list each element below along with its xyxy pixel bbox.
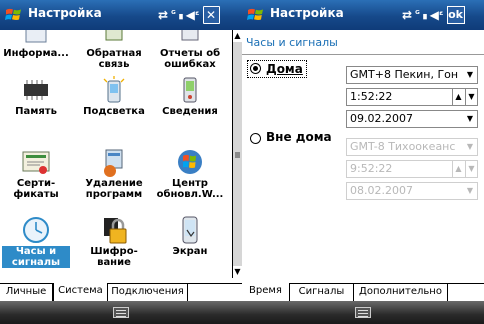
device-info-icon — [183, 77, 197, 103]
section-title: Часы и сигналы — [246, 36, 338, 49]
scroll-grip-icon — [235, 152, 240, 158]
home-timezone-value: GMT+8 Пекин, Гон — [350, 68, 459, 81]
spin-down-icon: ▼ — [465, 161, 477, 177]
signal-strength-icon[interactable]: ᴳ▗ — [415, 10, 427, 20]
settings-item-device-info[interactable]: Сведения — [156, 76, 224, 132]
clock-icon — [23, 217, 49, 243]
keyboard-icon[interactable] — [355, 307, 371, 318]
close-button[interactable]: ✕ — [202, 6, 220, 24]
clock-tabs: Время Сигналы Дополнительно — [242, 283, 484, 301]
scroll-up-arrow-icon[interactable]: ▲ — [233, 30, 242, 42]
vertical-scrollbar[interactable]: ▲ ▼ — [232, 30, 242, 278]
away-date-field: 08.02.2007 ▼ — [346, 182, 478, 200]
certificates-label-line1: Серти- — [16, 178, 56, 189]
ok-button[interactable]: ok — [446, 6, 465, 24]
softkey-bar — [242, 301, 484, 324]
home-timezone-select[interactable]: GMT+8 Пекин, Гон ▼ — [346, 66, 478, 84]
softkey-bar — [0, 301, 242, 324]
settings-tabs: Личные Система Подключения — [0, 283, 242, 301]
memory-chip-icon — [24, 80, 48, 100]
away-time-value: 9:52:22 — [350, 162, 393, 175]
encryption-label-line1: Шифро- — [90, 246, 138, 257]
windows-update-label-line1: Центр — [172, 178, 208, 189]
settings-item-remove-programs[interactable]: Удаление программ — [80, 148, 148, 204]
error-report-icon — [181, 30, 199, 41]
settings-item-clock-alarms[interactable]: Часы и сигналы — [2, 216, 70, 272]
settings-item-backlight[interactable]: Подсветка — [80, 76, 148, 132]
volume-icon[interactable]: ◀ᵋ — [186, 9, 200, 21]
screen-icon — [182, 216, 198, 244]
encryption-label-line2: вание — [97, 257, 131, 268]
tab-alarms[interactable]: Сигналы — [290, 284, 354, 301]
tab-connections[interactable]: Подключения — [108, 284, 188, 301]
chevron-down-icon: ▼ — [466, 142, 474, 151]
signal-strength-icon[interactable]: ᴳ▗ — [171, 10, 183, 20]
chevron-down-icon[interactable]: ▼ — [465, 111, 475, 127]
device-info-label: Сведения — [162, 106, 218, 117]
settings-item-encryption[interactable]: Шифро-вание — [80, 216, 148, 272]
spin-up-icon: ▲ — [452, 161, 464, 177]
tab-system[interactable]: Система — [53, 283, 108, 301]
settings-item-info[interactable]: Информа... — [2, 30, 70, 74]
memory-label: Память — [15, 106, 57, 117]
settings-item-screen[interactable]: Экран — [156, 216, 224, 272]
spin-up-icon[interactable]: ▲ — [452, 89, 464, 105]
chevron-down-icon[interactable]: ▼ — [465, 67, 475, 83]
spin-down-icon[interactable]: ▼ — [465, 89, 477, 105]
connectivity-icon[interactable]: ⇄ — [402, 9, 412, 21]
error-reports-label: Отчеты об ошибках — [159, 48, 221, 70]
settings-system-screen: Настройка ⇄ ᴳ▗ ◀ᵋ ✕ Информа... Обратная … — [0, 0, 242, 324]
scroll-down-arrow-icon[interactable]: ▼ — [233, 266, 242, 278]
windows-start-icon[interactable] — [246, 5, 266, 25]
home-time-value: 1:52:22 — [350, 90, 393, 103]
chevron-down-icon: ▼ — [466, 186, 474, 195]
settings-item-feedback[interactable]: Обратная связь — [80, 30, 148, 74]
away-timezone-select: GMT-8 Тихоокеанс ▼ — [346, 138, 478, 156]
windows-update-label-line2: обновл.W... — [156, 189, 224, 200]
remove-programs-icon — [104, 149, 123, 177]
connectivity-icon[interactable]: ⇄ — [158, 9, 168, 21]
settings-icon-grid: Информа... Обратная связь Отчеты об ошиб… — [0, 30, 232, 278]
keyboard-icon[interactable] — [113, 307, 129, 318]
clock-alarms-label-line2: сигналы — [11, 257, 61, 268]
away-date-value: 08.02.2007 — [350, 184, 413, 197]
app-title: Настройка — [270, 6, 344, 20]
settings-item-certificates[interactable]: Серти-фикаты — [2, 148, 70, 204]
backlight-icon — [103, 76, 125, 103]
title-bar: Настройка ⇄ ᴳ▗ ◀ᵋ ✕ — [0, 0, 242, 30]
divider — [242, 54, 484, 55]
volume-icon[interactable]: ◀ᵋ — [430, 9, 444, 21]
home-label[interactable]: Дома — [266, 62, 303, 76]
settings-item-error-reports[interactable]: Отчеты об ошибках — [156, 30, 224, 74]
settings-item-windows-update[interactable]: Центр обновл.W... — [156, 148, 224, 204]
tab-time[interactable]: Время — [242, 283, 290, 301]
info-icon — [25, 30, 47, 43]
tab-advanced[interactable]: Дополнительно — [354, 284, 448, 301]
clock-alarms-label-line1: Часы и — [15, 246, 57, 257]
away-time-field: 9:52:22 ▲ ▼ — [346, 160, 478, 178]
backlight-label: Подсветка — [83, 106, 145, 117]
encryption-lock-icon — [104, 218, 127, 244]
clock-alarms-screen: Настройка ⇄ ᴳ▗ ◀ᵋ ok Часы и сигналы Дома… — [242, 0, 484, 324]
title-bar: Настройка ⇄ ᴳ▗ ◀ᵋ ok — [242, 0, 484, 30]
away-label[interactable]: Вне дома — [266, 130, 332, 144]
home-date-field[interactable]: 09.02.2007 ▼ — [346, 110, 478, 128]
remove-programs-label-line2: программ — [85, 189, 143, 200]
away-radio[interactable] — [250, 133, 261, 144]
settings-item-memory[interactable]: Память — [2, 76, 70, 132]
app-title: Настройка — [28, 6, 102, 20]
screen-label: Экран — [172, 246, 208, 257]
home-date-value: 09.02.2007 — [350, 112, 413, 125]
away-timezone-value: GMT-8 Тихоокеанс — [350, 140, 456, 153]
feedback-label: Обратная связь — [86, 48, 142, 70]
scroll-thumb[interactable] — [233, 42, 242, 266]
certificate-icon — [22, 151, 50, 174]
feedback-icon — [105, 30, 123, 41]
remove-programs-label-line1: Удаление — [85, 178, 143, 189]
windows-update-icon — [178, 150, 202, 174]
windows-start-icon[interactable] — [4, 5, 24, 25]
certificates-label-line2: фикаты — [13, 189, 59, 200]
tab-personal[interactable]: Личные — [0, 284, 53, 301]
home-time-field[interactable]: 1:52:22 ▲ ▼ — [346, 88, 478, 106]
